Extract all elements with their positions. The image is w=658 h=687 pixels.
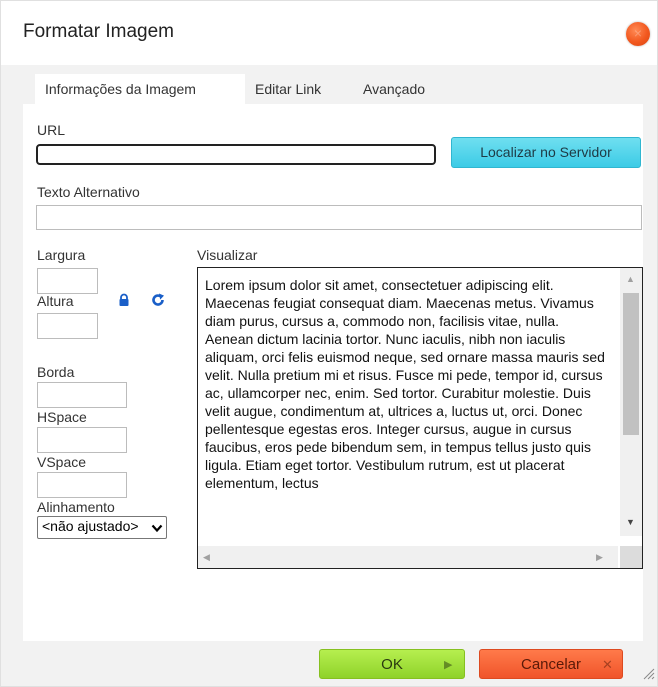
alt-text-label: Texto Alternativo <box>37 184 140 200</box>
tab-panel: URL Localizar no Servidor Texto Alternat… <box>23 104 643 641</box>
url-input[interactable] <box>36 144 436 165</box>
tab-advanced[interactable]: Avançado <box>353 74 453 104</box>
scroll-down-icon[interactable]: ▼ <box>626 517 635 527</box>
scroll-left-icon[interactable]: ◀ <box>203 552 210 562</box>
alignment-select[interactable]: <não ajustado> <box>37 516 167 539</box>
vspace-input[interactable] <box>37 472 127 498</box>
preview-label: Visualizar <box>197 247 258 263</box>
alignment-selected-value: <não ajustado> <box>42 518 139 534</box>
width-label: Largura <box>37 247 86 263</box>
close-icon[interactable]: × <box>626 22 650 46</box>
tab-image-info[interactable]: Informações da Imagem <box>35 74 245 104</box>
close-icon: ✕ <box>602 657 613 672</box>
play-icon: ▶ <box>444 659 453 671</box>
refresh-icon[interactable] <box>151 293 165 307</box>
border-label: Borda <box>37 364 75 380</box>
scroll-right-icon[interactable]: ▶ <box>596 552 603 562</box>
cancel-button[interactable]: Cancelar ✕ <box>479 649 623 679</box>
ok-button[interactable]: OK ▶ <box>319 649 465 679</box>
vspace-label: VSpace <box>37 454 87 470</box>
browse-server-button[interactable]: Localizar no Servidor <box>451 137 641 168</box>
preview-text: Lorem ipsum dolor sit amet, consectetuer… <box>205 277 605 491</box>
dialog-titlebar[interactable]: Formatar Imagem × <box>1 1 657 65</box>
height-input[interactable] <box>37 313 98 339</box>
horizontal-scrollbar[interactable]: ◀ ▶ <box>198 546 618 568</box>
tab-edit-link[interactable]: Editar Link <box>245 74 355 104</box>
resize-grip-icon[interactable] <box>641 666 655 685</box>
scrollbar-corner <box>620 546 642 568</box>
preview-box[interactable]: Lorem ipsum dolor sit amet, consectetuer… <box>197 267 643 569</box>
width-input[interactable] <box>37 268 98 294</box>
ok-button-label: OK <box>381 656 403 673</box>
lock-icon[interactable] <box>118 293 130 307</box>
cancel-button-label: Cancelar <box>520 656 582 673</box>
border-input[interactable] <box>37 382 127 408</box>
hspace-input[interactable] <box>37 427 127 453</box>
hspace-label: HSpace <box>37 409 87 425</box>
vertical-scrollbar[interactable]: ▲ ▼ <box>620 268 642 536</box>
dialog-footer: OK ▶ Cancelar ✕ <box>1 641 657 687</box>
format-image-dialog: Formatar Imagem × Informações da Imagem … <box>0 0 658 687</box>
url-label: URL <box>37 122 66 138</box>
scroll-up-icon[interactable]: ▲ <box>626 274 635 284</box>
dialog-title: Formatar Imagem <box>23 21 174 42</box>
alignment-label: Alinhamento <box>37 499 115 515</box>
alt-text-input[interactable] <box>36 205 642 230</box>
height-label: Altura <box>37 293 74 309</box>
vertical-scroll-thumb[interactable] <box>623 293 639 435</box>
chevron-down-icon <box>151 521 163 537</box>
